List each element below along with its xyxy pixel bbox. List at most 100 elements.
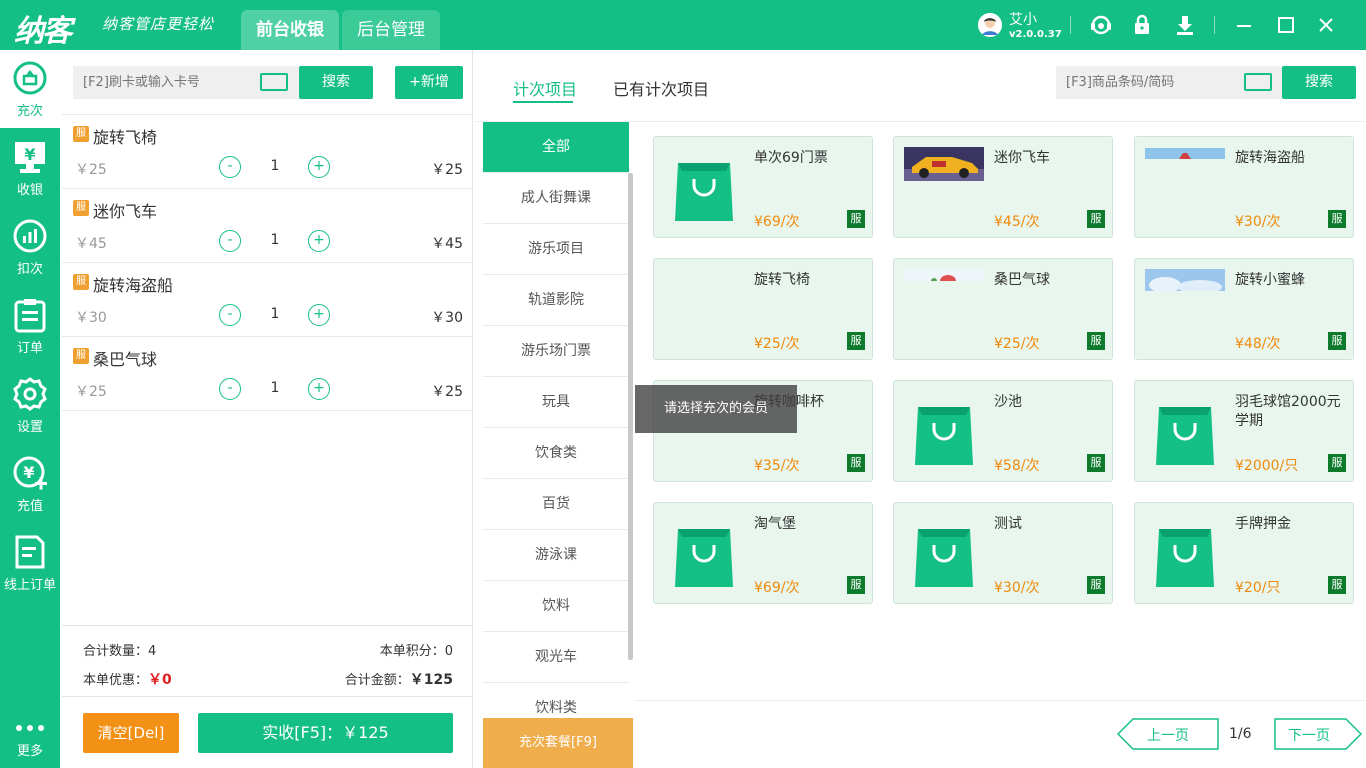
service-badge: 服 bbox=[73, 348, 89, 364]
shopping-bag-icon bbox=[1145, 513, 1225, 593]
product-price: ¥45/次 bbox=[994, 214, 1040, 230]
package-button[interactable]: 充次套餐[F9] bbox=[483, 718, 633, 768]
category-item[interactable]: 饮料 bbox=[483, 581, 629, 632]
order-icon bbox=[14, 299, 46, 333]
cart-item-qty[interactable]: 1 bbox=[267, 232, 283, 248]
download-icon[interactable] bbox=[1173, 13, 1197, 37]
slogan: 纳客管店更轻松 bbox=[102, 15, 215, 33]
version-label: v2.0.0.37 bbox=[1009, 29, 1062, 40]
product-card[interactable]: 羽毛球馆2000元学期 ¥2000/只 服 bbox=[1134, 380, 1354, 482]
category-item[interactable]: 轨道影院 bbox=[483, 275, 629, 326]
sidebar-item-label: 充次 bbox=[16, 104, 43, 119]
increase-qty-button[interactable]: + bbox=[308, 304, 330, 326]
minimize-icon[interactable] bbox=[1232, 13, 1256, 37]
product-card[interactable]: 沙池 ¥58/次 服 bbox=[893, 380, 1113, 482]
keyboard-icon[interactable] bbox=[260, 73, 288, 91]
sidebar-item-deduct[interactable]: 扣次 bbox=[0, 208, 60, 286]
maximize-icon[interactable] bbox=[1274, 13, 1298, 37]
tab-back-management[interactable]: 后台管理 bbox=[342, 10, 440, 50]
sidebar-item-label: 收银 bbox=[16, 183, 43, 198]
sidebar-item-topup[interactable]: ¥ 充值 bbox=[0, 445, 60, 523]
avatar[interactable] bbox=[978, 13, 1002, 37]
category-item[interactable]: 游泳课 bbox=[483, 530, 629, 581]
cart-item-qty[interactable]: 1 bbox=[267, 158, 283, 174]
product-card[interactable]: 旋转飞椅 ¥25/次 服 bbox=[653, 258, 873, 360]
category-scrollbar[interactable] bbox=[628, 173, 633, 660]
sidebar-item-settings[interactable]: 设置 bbox=[0, 366, 60, 444]
increase-qty-button[interactable]: + bbox=[308, 378, 330, 400]
product-image bbox=[1145, 269, 1225, 349]
sidebar-item-recharge-count[interactable]: 充次 bbox=[0, 50, 60, 128]
product-card[interactable]: 迷你飞车 ¥45/次 服 bbox=[893, 136, 1113, 238]
decrease-qty-button[interactable]: - bbox=[219, 304, 241, 326]
total-count: 合计数量：4 bbox=[83, 644, 157, 659]
prev-page-label: 上一页 bbox=[1147, 728, 1189, 744]
category-item[interactable]: 全部 bbox=[483, 122, 629, 173]
member-search-button[interactable]: 搜索 bbox=[299, 66, 373, 99]
category-item[interactable]: 成人街舞课 bbox=[483, 173, 629, 224]
support-icon[interactable] bbox=[1089, 13, 1113, 37]
cashier-icon: ¥ bbox=[15, 142, 45, 173]
product-price: ¥2000/只 bbox=[1235, 458, 1299, 474]
discount-label-text: 本单优惠： bbox=[83, 673, 149, 688]
category-list: 全部 成人街舞课 游乐项目 轨道影院 游乐场门票 玩具 饮食类 百货 游泳课 饮… bbox=[483, 122, 633, 768]
product-image bbox=[904, 147, 984, 227]
tab-existing-count-items[interactable]: 已有计次项目 bbox=[613, 76, 709, 100]
product-card[interactable]: 淘气堡 ¥69/次 服 bbox=[653, 502, 873, 604]
pay-button[interactable]: 实收[F5]：￥125 bbox=[198, 713, 453, 753]
cart-item-qty[interactable]: 1 bbox=[267, 380, 283, 396]
product-price: ¥30/次 bbox=[1235, 214, 1281, 230]
keyboard-icon[interactable] bbox=[1244, 73, 1272, 91]
product-name: 羽毛球馆2000元学期 bbox=[1235, 394, 1341, 429]
service-badge: 服 bbox=[847, 210, 865, 228]
increase-qty-button[interactable]: + bbox=[308, 230, 330, 252]
discount-label: 本单优惠：￥0 bbox=[83, 669, 172, 689]
prev-page-button[interactable]: 上一页 bbox=[1117, 718, 1219, 750]
increase-qty-button[interactable]: + bbox=[308, 156, 330, 178]
tab-count-items[interactable]: 计次项目 bbox=[513, 76, 577, 100]
category-item[interactable]: 游乐项目 bbox=[483, 224, 629, 275]
next-page-button[interactable]: 下一页 bbox=[1274, 718, 1362, 750]
decrease-qty-button[interactable]: - bbox=[219, 230, 241, 252]
cart-item-total: ￥25 bbox=[431, 162, 463, 178]
category-item[interactable]: 玩具 bbox=[483, 377, 629, 428]
decrease-qty-button[interactable]: - bbox=[219, 378, 241, 400]
service-badge: 服 bbox=[1328, 576, 1346, 594]
sidebar-item-more[interactable]: 更多 bbox=[0, 690, 60, 768]
product-price: ¥30/次 bbox=[994, 580, 1040, 596]
product-card[interactable]: 测试 ¥30/次 服 bbox=[893, 502, 1113, 604]
tab-front-cashier[interactable]: 前台收银 bbox=[241, 10, 339, 50]
category-item[interactable]: 百货 bbox=[483, 479, 629, 530]
product-card[interactable]: 旋转小蜜蜂 ¥48/次 服 bbox=[1134, 258, 1354, 360]
decrease-qty-button[interactable]: - bbox=[219, 156, 241, 178]
service-badge: 服 bbox=[1087, 576, 1105, 594]
service-badge: 服 bbox=[73, 200, 89, 216]
category-item[interactable]: 饮食类 bbox=[483, 428, 629, 479]
next-page-label: 下一页 bbox=[1288, 728, 1330, 744]
product-card[interactable]: 旋转海盗船 ¥30/次 服 bbox=[1134, 136, 1354, 238]
product-card[interactable]: 单次69门票 ¥69/次 服 bbox=[653, 136, 873, 238]
product-search-button[interactable]: 搜索 bbox=[1282, 66, 1356, 99]
cart-item-qty[interactable]: 1 bbox=[267, 306, 283, 322]
product-price: ¥58/次 bbox=[994, 458, 1040, 474]
lock-icon[interactable] bbox=[1130, 13, 1154, 37]
product-card[interactable]: 手牌押金 ¥20/只 服 bbox=[1134, 502, 1354, 604]
sidebar-item-order[interactable]: 订单 bbox=[0, 287, 60, 365]
service-badge: 服 bbox=[1328, 332, 1346, 350]
cart-item[interactable]: 服 迷你飞车 ￥45 - 1 + ￥45 bbox=[62, 189, 473, 263]
cart-item[interactable]: 服 旋转海盗船 ￥30 - 1 + ￥30 bbox=[62, 263, 473, 337]
close-icon[interactable] bbox=[1314, 13, 1338, 37]
total-amount-value: ￥125 bbox=[409, 672, 453, 688]
add-member-button[interactable]: +新增 bbox=[395, 66, 463, 99]
sidebar: 充次 ¥ 收银 扣次 订单 设置 ¥ 充值 线上订单 更多 bbox=[0, 50, 60, 768]
cart-item[interactable]: 服 旋转飞椅 ￥25 - 1 + ￥25 bbox=[62, 115, 473, 189]
product-name: 测试 bbox=[994, 516, 1022, 532]
category-item[interactable]: 游乐场门票 bbox=[483, 326, 629, 377]
clear-button[interactable]: 清空[Del] bbox=[83, 713, 179, 753]
product-price: ¥25/次 bbox=[754, 336, 800, 352]
category-item[interactable]: 观光车 bbox=[483, 632, 629, 683]
sidebar-item-cashier[interactable]: ¥ 收银 bbox=[0, 129, 60, 207]
product-card[interactable]: 桑巴气球 ¥25/次 服 bbox=[893, 258, 1113, 360]
sidebar-item-online-order[interactable]: 线上订单 bbox=[0, 524, 60, 602]
cart-item[interactable]: 服 桑巴气球 ￥25 - 1 + ￥25 bbox=[62, 337, 473, 411]
